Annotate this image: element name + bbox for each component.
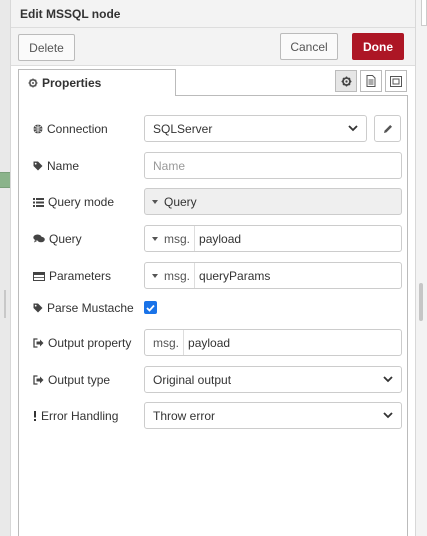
chevron-down-icon [383,412,393,419]
name-row: Name Name [19,152,409,180]
parse-mustache-label: Parse Mustache [33,294,134,322]
query-label: Query [33,225,82,253]
table-icon [33,271,45,281]
output-property-row: Output property msg. payload [19,329,409,357]
connection-row: Connection SQLServer [19,115,409,143]
sign-out-icon [33,338,44,348]
sign-out-icon [33,375,44,385]
msg-prefix: msg. [145,330,185,355]
node-fragment [0,172,10,188]
query-label-text: Query [49,232,82,246]
properties-form: Connection SQLServer Name Name Query mod… [18,96,408,536]
workspace-scroll [4,290,6,318]
query-mode-value: Query [164,194,197,209]
delete-button[interactable]: Delete [18,34,75,61]
comments-icon [33,234,45,243]
output-type-label: Output type [33,366,110,394]
sidebar-tab [421,0,427,26]
query-mode-label-text: Query mode [48,195,115,209]
tab-settings[interactable] [335,70,357,92]
output-type-row: Output type Original output [19,366,409,394]
scrollbar[interactable] [419,283,423,321]
output-type-select[interactable]: Original output [144,366,402,393]
workspace-background [0,0,10,536]
tag-icon [33,161,43,171]
connection-value: SQLServer [153,121,213,136]
query-input[interactable]: msg. payload [144,225,402,252]
done-button[interactable]: Done [352,33,404,60]
parameters-label-text: Parameters [49,269,112,283]
error-handling-label-text: Error Handling [41,409,119,423]
name-label: Name [33,152,79,180]
tab-properties-label: Properties [42,76,102,90]
type-caret-icon [152,236,158,241]
output-property-value: payload [188,335,231,350]
gear-icon [28,78,38,88]
output-type-value: Original output [153,372,232,387]
error-handling-value: Throw error [153,408,216,423]
parameters-input[interactable]: msg. queryParams [144,262,402,289]
gear-icon [341,76,351,86]
tab-bar: Properties [18,68,408,97]
parameters-value: queryParams [199,268,271,283]
sidebar-edge [416,0,427,536]
query-mode-label: Query mode [33,188,114,216]
connection-select[interactable]: SQLServer [144,115,367,142]
output-type-label-text: Output type [48,373,111,387]
output-property-input[interactable]: msg. payload [144,329,402,356]
pencil-icon [383,124,392,133]
name-label-text: Name [47,159,80,173]
list-icon [33,197,44,207]
output-property-label: Output property [33,329,131,357]
parse-mustache-label-text: Parse Mustache [47,301,134,315]
cancel-button[interactable]: Cancel [280,33,338,60]
type-caret-icon [152,199,158,204]
query-mode-input[interactable]: Query [144,188,402,215]
check-icon [146,304,155,312]
msg-prefix[interactable]: msg. [164,263,196,288]
parse-mustache-checkbox[interactable] [144,301,157,314]
tray-toolbar: Delete Cancel Done [11,28,415,66]
parse-mustache-row: Parse Mustache [19,294,409,322]
tag-icon [33,303,43,313]
name-input[interactable]: Name [144,152,402,179]
error-handling-row: Error Handling Throw error [19,402,409,430]
exclamation-icon [34,411,36,421]
document-icon [366,75,376,87]
query-row: Query msg. payload [19,225,409,253]
parameters-row: Parameters msg. queryParams [19,262,409,290]
tray-header: Edit MSSQL node [11,0,415,28]
chevron-down-icon [348,125,358,132]
tray-title: Edit MSSQL node [20,7,121,21]
output-property-label-text: Output property [48,336,132,350]
tab-properties[interactable]: Properties [18,69,176,97]
tab-description[interactable] [360,70,382,92]
query-mode-row: Query mode Query [19,188,409,216]
error-handling-select[interactable]: Throw error [144,402,402,429]
chevron-down-icon [383,376,393,383]
edit-tray: Edit MSSQL node Delete Cancel Done Prope… [10,0,416,536]
error-handling-label: Error Handling [33,402,118,430]
type-caret-icon [152,273,158,278]
frame-icon [390,75,402,87]
msg-prefix[interactable]: msg. [164,226,196,251]
query-value: payload [199,231,242,246]
connection-label-text: Connection [47,122,108,136]
edit-connection-button[interactable] [374,115,401,142]
parameters-label: Parameters [33,262,111,290]
globe-icon [33,124,43,134]
connection-label: Connection [33,115,108,143]
tab-appearance[interactable] [385,70,407,92]
